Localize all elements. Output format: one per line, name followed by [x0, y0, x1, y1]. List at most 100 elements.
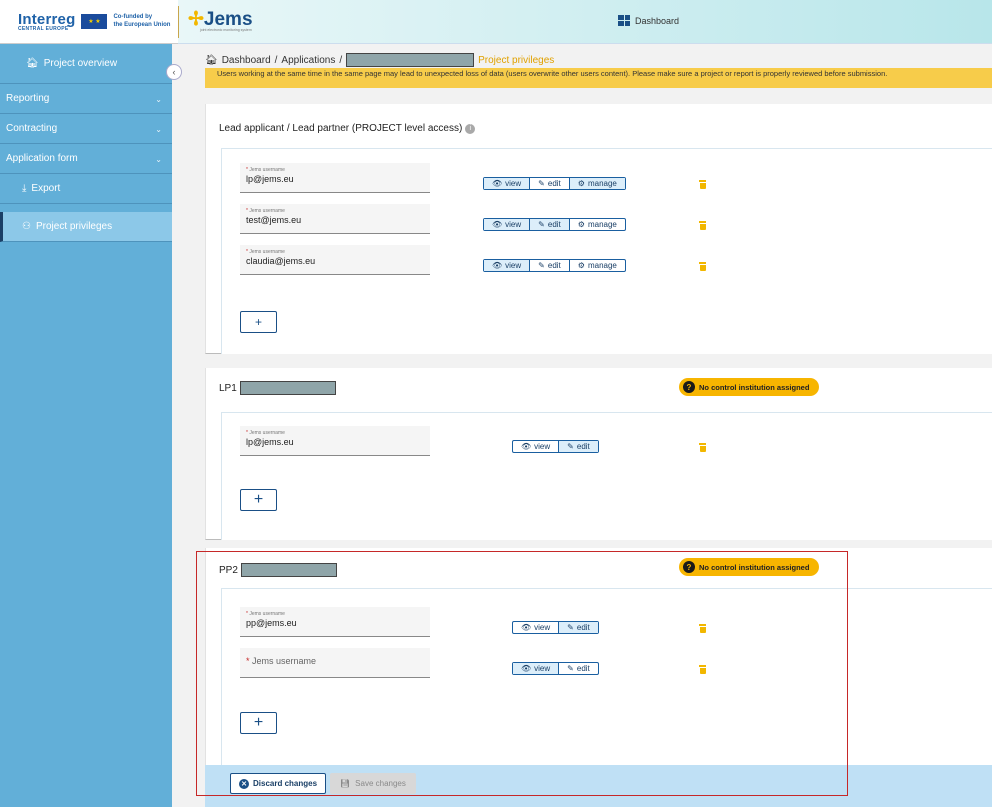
- view-toggle[interactable]: 👁︎ view: [513, 622, 560, 633]
- trash-icon[interactable]: [699, 262, 706, 271]
- pencil-icon: ✎: [538, 220, 545, 229]
- breadcrumb-current: Project privileges: [478, 54, 555, 66]
- pp2-partner-section: PP2 ? No control institution assigned * …: [205, 548, 992, 768]
- view-toggle[interactable]: 👁︎ view: [484, 178, 531, 189]
- redacted-partner-name: [239, 381, 336, 395]
- trash-icon[interactable]: [699, 180, 706, 189]
- redacted-project-name: [346, 53, 475, 67]
- chevron-down-icon: ⌄: [155, 95, 162, 104]
- sidebar: 🏠︎ Project overview Reporting ⌄ Contract…: [0, 44, 172, 807]
- main-content: 🏠︎ Dashboard / Applications / Project pr…: [172, 44, 992, 807]
- concurrent-edit-warning: Users working at the same time in the sa…: [205, 68, 992, 88]
- username-field[interactable]: * Jems username pp@jems.eu: [240, 607, 430, 637]
- redacted-partner-name: [240, 563, 337, 577]
- pencil-icon: ✎: [538, 261, 545, 270]
- manage-toggle[interactable]: ⚙ manage: [570, 219, 625, 230]
- lead-partner-section: Lead applicant / Lead partner (PROJECT l…: [205, 104, 992, 354]
- eye-icon: 👁︎: [492, 220, 503, 229]
- gear-icon: ⚙: [577, 220, 585, 229]
- question-icon: ?: [683, 561, 695, 573]
- edit-toggle[interactable]: ✎ edit: [559, 663, 598, 674]
- pencil-icon: ✎: [538, 179, 545, 188]
- breadcrumb-applications[interactable]: Applications: [281, 55, 335, 66]
- username-field[interactable]: * Jems username lp@jems.eu: [240, 426, 430, 456]
- lp1-partner-section: LP1 ? No control institution assigned * …: [205, 368, 992, 540]
- chevron-down-icon: ⌄: [155, 155, 162, 164]
- breadcrumb: 🏠︎ Dashboard / Applications / Project pr…: [205, 53, 555, 67]
- section-title: LP1: [219, 381, 336, 395]
- view-toggle[interactable]: 👁︎ view: [484, 260, 531, 271]
- breadcrumb-dashboard[interactable]: Dashboard: [222, 55, 271, 66]
- info-icon[interactable]: i: [465, 123, 476, 134]
- chevron-down-icon: ⌄: [155, 125, 162, 134]
- home-icon: 🏠︎: [26, 58, 39, 69]
- edit-toggle[interactable]: ✎ edit: [559, 441, 598, 452]
- eu-flag-icon: ★ ★: [81, 14, 108, 29]
- save-changes-button[interactable]: 💾︎ Save changes: [330, 773, 416, 794]
- pencil-icon: ✎: [567, 442, 574, 451]
- dashboard-link[interactable]: Dashboard: [618, 15, 679, 26]
- save-icon: 💾︎: [340, 779, 351, 788]
- username-field[interactable]: * Jems username claudia@jems.eu: [240, 245, 430, 275]
- trash-icon[interactable]: [699, 221, 706, 230]
- jems-spark-icon: ✢: [188, 9, 204, 31]
- edit-toggle[interactable]: ✎ edit: [559, 622, 598, 633]
- gear-icon: ⚙: [577, 179, 585, 188]
- top-bar: Interreg CENTRAL EUROPE ★ ★ Co-funded by…: [0, 0, 992, 44]
- status-badge: ? No control institution assigned: [679, 558, 820, 576]
- dashboard-icon: [618, 15, 630, 26]
- form-footer: ✕ Discard changes 💾︎ Save changes: [205, 765, 992, 807]
- username-field[interactable]: * Jems username test@jems.eu: [240, 204, 430, 234]
- eye-icon: 👁︎: [521, 623, 532, 632]
- permission-toggle[interactable]: 👁︎ view ✎ edit: [512, 621, 599, 634]
- permission-toggle[interactable]: 👁︎ view ✎ edit ⚙ manage: [483, 259, 626, 272]
- add-user-button[interactable]: +: [240, 712, 277, 734]
- funding-logos: Interreg CENTRAL EUROPE ★ ★ Co-funded by…: [0, 0, 178, 44]
- add-user-button[interactable]: +: [240, 311, 277, 333]
- permission-toggle[interactable]: 👁︎ view ✎ edit ⚙ manage: [483, 218, 626, 231]
- manage-toggle[interactable]: ⚙ manage: [570, 260, 625, 271]
- sidebar-item-project-privileges[interactable]: ⚇ Project privileges: [0, 212, 172, 242]
- collapse-sidebar-button[interactable]: ‹: [166, 64, 182, 80]
- sidebar-item-project-overview[interactable]: 🏠︎ Project overview: [0, 44, 172, 84]
- close-icon: ✕: [239, 778, 249, 789]
- permission-toggle[interactable]: 👁︎ view ✎ edit: [512, 662, 599, 675]
- interreg-logo: Interreg CENTRAL EUROPE: [18, 10, 76, 32]
- view-toggle[interactable]: 👁︎ view: [513, 441, 560, 452]
- permission-toggle[interactable]: 👁︎ view ✎ edit: [512, 440, 599, 453]
- pencil-icon: ✎: [567, 664, 574, 673]
- question-icon: ?: [683, 381, 695, 393]
- trash-icon[interactable]: [699, 665, 706, 674]
- permission-toggle[interactable]: 👁︎ view ✎ edit ⚙ manage: [483, 177, 626, 190]
- eye-icon: 👁︎: [492, 261, 503, 270]
- edit-toggle[interactable]: ✎ edit: [530, 260, 570, 271]
- discard-changes-button[interactable]: ✕ Discard changes: [230, 773, 327, 794]
- username-field-empty[interactable]: * Jems username: [240, 648, 430, 678]
- gear-icon: ⚙: [577, 261, 585, 270]
- sidebar-item-export[interactable]: ⤓ Export: [0, 174, 172, 204]
- eu-cofunded-text: Co-funded by the European Union: [113, 14, 171, 28]
- section-title: Lead applicant / Lead partner (PROJECT l…: [219, 123, 476, 134]
- status-badge: ? No control institution assigned: [679, 378, 820, 396]
- home-icon: 🏠︎: [205, 54, 218, 66]
- section-title: PP2: [219, 563, 337, 577]
- edit-toggle[interactable]: ✎ edit: [530, 178, 570, 189]
- view-toggle[interactable]: 👁︎ view: [513, 663, 560, 674]
- username-field[interactable]: * Jems username lp@jems.eu: [240, 163, 430, 193]
- edit-toggle[interactable]: ✎ edit: [530, 219, 570, 230]
- add-user-button[interactable]: +: [240, 489, 277, 511]
- pencil-icon: ✎: [567, 623, 574, 632]
- eye-icon: 👁︎: [521, 442, 532, 451]
- download-icon: ⤓: [22, 183, 27, 194]
- view-toggle[interactable]: 👁︎ view: [484, 219, 531, 230]
- trash-icon[interactable]: [699, 624, 706, 633]
- sidebar-item-application-form[interactable]: Application form ⌄: [0, 144, 172, 174]
- sidebar-item-contracting[interactable]: Contracting ⌄: [0, 114, 172, 144]
- app-header: ✢Jems joint electronic monitoring system…: [178, 0, 992, 44]
- sidebar-item-reporting[interactable]: Reporting ⌄: [0, 84, 172, 114]
- eye-icon: 👁︎: [521, 664, 532, 673]
- manage-toggle[interactable]: ⚙ manage: [569, 178, 625, 189]
- users-cog-icon: ⚇: [22, 221, 31, 232]
- trash-icon[interactable]: [699, 443, 706, 452]
- jems-logo[interactable]: ✢Jems joint electronic monitoring system: [188, 10, 253, 33]
